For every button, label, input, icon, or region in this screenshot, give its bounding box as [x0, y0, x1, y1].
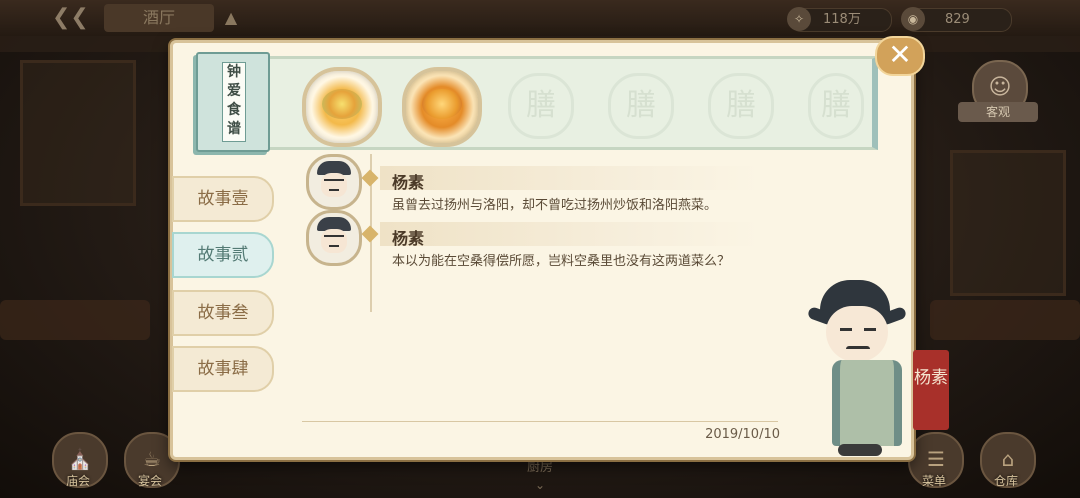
dish-food: [422, 89, 462, 119]
temple-fair-label: 庙会: [65, 474, 90, 488]
dish-yangzhou-fried-rice[interactable]: [302, 67, 382, 147]
avatar-brows: [324, 235, 344, 240]
gems-counter[interactable]: ◉ 829: [901, 7, 1012, 32]
background-window: [950, 150, 1066, 296]
avatar-beard: [329, 189, 339, 195]
speaker-name: 杨素: [392, 229, 425, 248]
tab-story-2[interactable]: 故事贰: [172, 232, 274, 278]
chevron-down-icon[interactable]: ⌄: [532, 478, 548, 494]
guest-label: 客观: [958, 102, 1038, 122]
pattern-glyph: 膳: [708, 73, 774, 139]
avatar: [306, 210, 362, 266]
tab-story-1[interactable]: 故事壹: [172, 176, 274, 222]
coins-counter[interactable]: ✧ 118万: [787, 7, 892, 32]
background-table: [0, 300, 150, 340]
favorite-dishes-strip: 膳 膳 膳 膳: [258, 56, 878, 150]
character-name-tag: 杨素: [913, 350, 949, 430]
close-button[interactable]: ✕: [875, 36, 925, 76]
story-date: 2019/10/10: [705, 427, 780, 442]
character-mustache: [846, 346, 870, 352]
favorite-recipe-book: 钟爱食谱: [196, 52, 270, 152]
divider: [302, 421, 778, 422]
gem-icon: ◉: [901, 7, 925, 31]
gems-value: 829: [945, 12, 970, 27]
character-feet: [838, 444, 882, 456]
warehouse-label: 仓库: [993, 474, 1018, 488]
avatar-brows: [324, 179, 344, 184]
top-bar: ❮❮ 酒厅 ▲ ✧ 118万 ◉ 829: [0, 0, 1080, 36]
character-eye: [864, 328, 876, 331]
tab-story-3[interactable]: 故事叁: [172, 290, 274, 336]
character-body: [832, 360, 902, 446]
banquet-label: 宴会: [137, 474, 162, 488]
coins-value: 118万: [823, 12, 861, 27]
back-arrow-icon[interactable]: ❮❮: [52, 6, 89, 30]
character-head: [826, 306, 888, 362]
dialogue-line: 本以为能在空桑得偿所愿，岂料空桑里也没有这两道菜么？: [392, 254, 731, 269]
dialogue-line: 虽曾去过扬州与洛阳，却不曾吃过扬州炒饭和洛阳燕菜。: [392, 198, 718, 213]
speaker-bar: [380, 166, 760, 190]
speaker-bar: [380, 222, 760, 246]
dish-luoyang-yancai[interactable]: [402, 67, 482, 147]
character-yangsu: [806, 276, 908, 462]
crown-icon: ▲: [224, 8, 238, 27]
coin-icon: ✧: [787, 7, 811, 31]
dish-food: [322, 89, 362, 119]
pattern-glyph: 膳: [508, 73, 574, 139]
background-table: [930, 300, 1080, 340]
pattern-glyph: 膳: [808, 73, 864, 139]
avatar: [306, 154, 362, 210]
tab-story-4[interactable]: 故事肆: [172, 346, 274, 392]
pattern-glyph: 膳: [608, 73, 674, 139]
location-label: 酒厅: [104, 4, 214, 32]
menu-label: 菜单: [921, 474, 946, 488]
avatar-beard: [329, 245, 339, 251]
speaker-name: 杨素: [392, 173, 425, 192]
recipe-book-title: 钟爱食谱: [222, 62, 246, 142]
character-eye: [840, 328, 852, 331]
background-window: [20, 60, 136, 206]
